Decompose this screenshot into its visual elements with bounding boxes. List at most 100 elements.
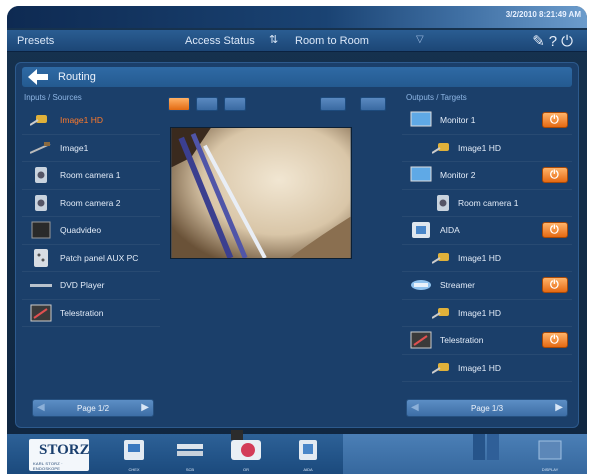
target-source-label: Image1 HD: [458, 362, 501, 373]
source-item-room-camera-2[interactable]: Room camera 2: [22, 190, 160, 217]
target-source-label: Image1 HD: [458, 142, 501, 153]
sources-pager: ◀ Page 1/2 ▶: [32, 399, 154, 417]
transfer-arrows-icon: ⇅: [269, 34, 279, 46]
storz-logo: STORZ KARL STORZ · ENDOSKOPE: [29, 439, 90, 471]
dock-scb[interactable]: SCB: [173, 438, 207, 472]
next-page-icon[interactable]: ▶: [141, 402, 149, 413]
endoscope-camera-icon: [432, 142, 449, 154]
logo-subtext: KARL STORZ · ENDOSKOPE: [33, 461, 63, 471]
dock-chex[interactable]: CHEX: [117, 438, 151, 472]
pip-view-button[interactable]: [196, 97, 218, 111]
datetime: 3/2/2010 8:21:49 AM: [505, 10, 581, 19]
room-camera-icon: [35, 167, 47, 183]
target-source-row: Image1 HD: [402, 300, 572, 327]
single-view-button[interactable]: [168, 97, 190, 111]
wrench-icon[interactable]: ✎: [532, 33, 549, 50]
next-page-icon[interactable]: ▶: [555, 402, 563, 413]
target-label: Streamer: [440, 280, 475, 290]
access-status[interactable]: Access Status: [185, 35, 255, 47]
target-item-aida[interactable]: AIDA ⏻: [402, 217, 572, 245]
menu-bar: Presets Access Status ⇅ Room to Room ▽ ✎…: [7, 30, 587, 52]
target-label: Telestration: [440, 335, 484, 345]
source-label: Image1: [60, 142, 89, 153]
source-label: Telestration: [60, 307, 104, 318]
dock-devices[interactable]: [469, 430, 503, 472]
power-icon: ⏻: [550, 334, 559, 346]
source-label: Room camera 1: [60, 170, 121, 180]
scb-icon: [177, 444, 203, 456]
page-title: Routing: [58, 71, 96, 83]
streamer-icon: [411, 280, 431, 290]
room-to-room-menu[interactable]: Room to Room: [295, 35, 369, 47]
help-icon[interactable]: ?: [549, 33, 561, 50]
source-label: Patch panel AUX PC: [60, 252, 139, 263]
room-camera-icon: [35, 194, 47, 211]
target-item-telestration[interactable]: Telestration ⏻: [402, 327, 572, 355]
targets-pager: ◀ Page 1/3 ▶: [406, 399, 568, 417]
endoscope-camera-icon: [432, 362, 449, 374]
source-item-telestration[interactable]: Telestration: [22, 300, 160, 327]
source-item-patch-panel[interactable]: Patch panel AUX PC: [22, 245, 160, 272]
quadvideo-icon: [31, 221, 51, 239]
endoscope-icon: [30, 141, 51, 154]
target-source-row: Room camera 1: [402, 190, 572, 217]
endoscope-camera-icon: [432, 252, 449, 264]
target-item-monitor-2[interactable]: Monitor 2 ⏻: [402, 162, 572, 190]
target-item-monitor-1[interactable]: Monitor 1 ⏻: [402, 107, 572, 135]
routing-panel: Routing Inputs / Sources Outputs / Targe…: [15, 62, 579, 428]
display-icon: [538, 440, 562, 460]
power-icon: ⏻: [550, 279, 559, 291]
dock-label: CHEX: [128, 467, 140, 472]
source-label: Room camera 2: [60, 197, 121, 208]
source-item-room-camera-1[interactable]: Room camera 1: [22, 162, 160, 190]
target-label: Monitor 1: [440, 115, 476, 125]
fullscreen-button[interactable]: [360, 97, 386, 111]
dvd-icon: [30, 284, 52, 287]
dock-label: AIDA: [303, 467, 313, 472]
target-source-row: Image1 HD: [402, 245, 572, 272]
source-item-dvd-player[interactable]: DVD Player: [22, 272, 160, 300]
dock-label: SCB: [185, 467, 195, 472]
targets-page-indicator: Page 1/3: [470, 404, 504, 413]
dock-or[interactable]: OR: [229, 430, 263, 472]
outputs-targets-label: Outputs / Targets: [406, 93, 467, 102]
source-item-quadvideo[interactable]: Quadvideo: [22, 217, 160, 245]
target-source-label: Image1 HD: [458, 307, 501, 318]
inputs-sources-label: Inputs / Sources: [24, 93, 82, 102]
power-icon: ⏻: [550, 224, 559, 236]
devices-icon: [473, 434, 499, 460]
target-item-streamer[interactable]: Streamer ⏻: [402, 272, 572, 300]
power-icon[interactable]: ⏻: [561, 33, 577, 50]
source-label: Quadvideo: [60, 225, 102, 235]
streamer-power-button[interactable]: ⏻: [542, 277, 568, 293]
patch-panel-icon: [34, 248, 48, 267]
back-arrow-icon[interactable]: [28, 69, 48, 85]
aida-icon: [412, 222, 430, 238]
source-item-image1[interactable]: Image1: [22, 135, 160, 162]
monitor-icon: [410, 166, 432, 182]
dock-label: DISPLAY: [541, 467, 559, 472]
endoscope-camera-icon: [432, 307, 449, 319]
target-label: Monitor 2: [440, 170, 476, 180]
target-source-label: Room camera 1: [458, 197, 519, 208]
power-icon: ⏻: [550, 114, 559, 126]
dock-aida[interactable]: AIDA: [291, 438, 325, 472]
menu-icons: ✎?⏻: [532, 32, 577, 50]
source-label: Image1 HD: [60, 115, 103, 125]
telestration-power-button[interactable]: ⏻: [542, 332, 568, 348]
monitor-2-power-button[interactable]: ⏻: [542, 167, 568, 183]
aida-power-button[interactable]: ⏻: [542, 222, 568, 238]
quad-view-button[interactable]: [224, 97, 246, 111]
power-icon: ⏻: [550, 169, 559, 181]
pointer-tool-button[interactable]: [320, 97, 346, 111]
monitor-icon: [410, 111, 432, 127]
aida-icon: [299, 440, 317, 460]
routing-header: Routing: [22, 67, 572, 87]
dock-display[interactable]: DISPLAY: [533, 438, 567, 472]
video-preview: [170, 127, 352, 259]
presets-menu[interactable]: Presets: [17, 35, 54, 47]
monitor-1-power-button[interactable]: ⏻: [542, 112, 568, 128]
source-item-image1-hd[interactable]: Image1 HD: [22, 107, 160, 135]
logo-text: STORZ: [39, 442, 90, 458]
chevron-down-icon[interactable]: ▽: [416, 34, 424, 45]
